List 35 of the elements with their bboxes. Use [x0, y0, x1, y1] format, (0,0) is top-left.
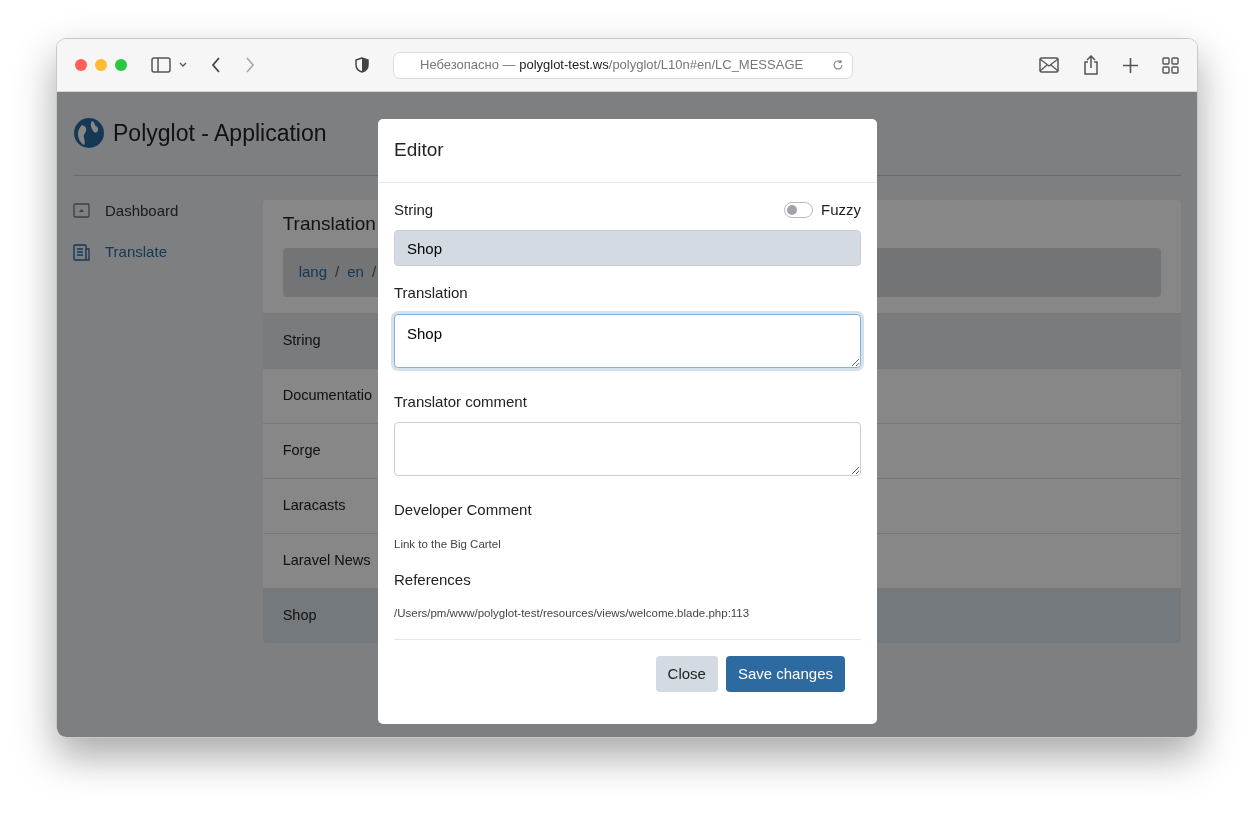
field-label: References [394, 569, 472, 590]
field-label: Translator comment [394, 391, 528, 412]
sidebar-item[interactable]: Dashboard [73, 199, 263, 222]
string-field[interactable]: Shop [394, 230, 861, 266]
comment-field[interactable] [394, 422, 861, 476]
plus-icon[interactable] [1123, 57, 1138, 73]
field-label: String [394, 199, 434, 220]
dialog-title: Editor [378, 119, 877, 183]
close-button[interactable]: Close [655, 655, 718, 692]
back-icon[interactable] [211, 57, 221, 73]
shield-icon[interactable] [355, 57, 369, 73]
share-icon[interactable] [1083, 55, 1099, 75]
url-text: Небезопасно — polyglot-test.ws/polyglot/L10n#en/LC_MESSAGE [420, 56, 804, 75]
save-button[interactable]: Save changes [725, 655, 845, 692]
toggle-label: Fuzzy [821, 199, 861, 220]
globe-icon [73, 117, 105, 150]
sidebar-icon[interactable] [151, 57, 171, 73]
app-title: Polyglot - Application [113, 119, 327, 148]
developer-comment: Link to the Big Cartel [394, 536, 502, 552]
address-bar[interactable]: Небезопасно — polyglot-test.ws/polyglot/L10n#en/LC_MESSAGE [393, 51, 853, 79]
field-label: Developer Comment [394, 500, 533, 520]
field-label: Translation [394, 283, 469, 303]
reference-path: /Users/pm/www/polyglot-test/resources/views/welcome.blade.php:113 [394, 606, 751, 622]
card-title: Translation [282, 211, 376, 236]
close-window-button[interactable] [75, 59, 87, 71]
window-icon [73, 203, 90, 219]
breadcrumb-separator: / [335, 262, 340, 282]
mail-icon[interactable] [1039, 57, 1059, 73]
breadcrumb-separator: / [371, 262, 377, 282]
document-icon [73, 243, 90, 261]
sidebar-item[interactable]: Translate [73, 241, 263, 264]
chevron-down-icon[interactable] [179, 62, 187, 68]
tabs-grid-icon[interactable] [1162, 56, 1179, 74]
reload-icon[interactable] [832, 59, 844, 71]
translation-field[interactable]: Shop [394, 313, 861, 368]
